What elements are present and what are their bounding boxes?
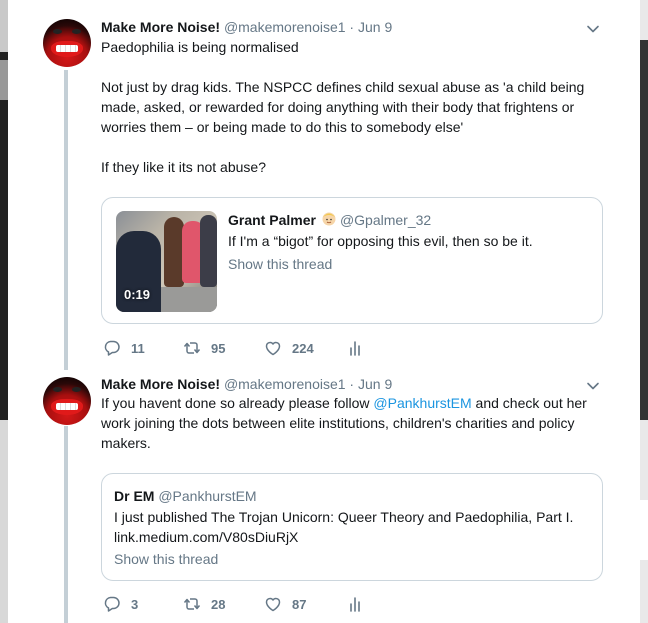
mention-link[interactable]: @PankhurstEM xyxy=(373,395,471,411)
reply-count: 3 xyxy=(131,596,139,612)
quoted-link-text[interactable]: link.medium.com/V80sDiuRjX xyxy=(114,527,298,547)
like-icon xyxy=(265,597,281,612)
reply-icon xyxy=(104,596,120,612)
handle[interactable]: @makemorenoise1 xyxy=(224,19,346,35)
tweet-header: Make More Noise! @makemorenoise1 · Jun 9 xyxy=(101,18,392,36)
background-right xyxy=(640,0,648,623)
thread-panel: Make More Noise! @makemorenoise1 · Jun 9… xyxy=(8,0,640,623)
analytics-icon xyxy=(350,597,360,612)
avatar[interactable] xyxy=(43,19,91,67)
separator: · xyxy=(345,19,358,35)
quoted-text: If I'm a “bigot” for opposing this evil,… xyxy=(228,233,533,249)
tweet[interactable]: Make More Noise! @makemorenoise1 · Jun 9… xyxy=(8,0,640,370)
tweet-text: Paedophilia is being normalised Not just… xyxy=(101,37,601,177)
avatar[interactable] xyxy=(43,377,91,425)
like-button[interactable]: 87 xyxy=(264,594,306,614)
separator: · xyxy=(345,376,358,392)
video-duration: 0:19 xyxy=(124,287,151,302)
like-count: 224 xyxy=(292,340,314,356)
quoted-header: Grant Palmer @Gpalmer_32 xyxy=(228,211,431,229)
timestamp[interactable]: Jun 9 xyxy=(358,376,392,392)
analytics-button[interactable] xyxy=(346,338,364,358)
quoted-handle[interactable]: @PankhurstEM xyxy=(158,488,256,504)
tweet-text-line: Paedophilia is being normalised xyxy=(101,39,299,55)
analytics-button[interactable] xyxy=(346,594,364,614)
tweet-text-line: Not just by drag kids. The NSPCC defines… xyxy=(101,79,585,95)
retweet-count: 95 xyxy=(211,340,226,356)
retweet-button[interactable]: 95 xyxy=(183,338,225,358)
reply-button[interactable]: 3 xyxy=(103,594,138,614)
tweet[interactable]: Make More Noise! @makemorenoise1 · Jun 9… xyxy=(8,370,640,623)
quoted-tweet[interactable]: 0:19 Grant Palmer @Gpalmer_32 If I'm a “b… xyxy=(101,197,603,324)
background-left xyxy=(0,0,8,623)
timestamp[interactable]: Jun 9 xyxy=(358,19,392,35)
tweet-text-line: made, asked, or rewarded for doing anyth… xyxy=(101,99,575,115)
retweet-icon xyxy=(183,342,201,354)
tweet-header: Make More Noise! @makemorenoise1 · Jun 9 xyxy=(101,375,392,393)
tweet-text-line: work joining the dots between elite inst… xyxy=(101,415,575,431)
quoted-text: I just published The Trojan Unicorn: Que… xyxy=(114,509,574,525)
face-emoji-icon xyxy=(322,212,336,226)
tweet-text: If you havent done so already please fol… xyxy=(101,393,601,453)
like-button[interactable]: 224 xyxy=(264,338,314,358)
quoted-display-name[interactable]: Grant Palmer xyxy=(228,212,316,228)
quoted-tweet[interactable]: Dr EM @PankhurstEM I just published The … xyxy=(101,473,603,581)
handle[interactable]: @makemorenoise1 xyxy=(224,376,346,392)
tweet-text-line: makers. xyxy=(101,435,151,451)
tweet-text-segment: and check out her xyxy=(471,395,587,411)
analytics-icon xyxy=(350,341,360,356)
like-icon xyxy=(265,341,281,356)
show-thread-link[interactable]: Show this thread xyxy=(228,254,332,274)
quoted-handle[interactable]: @Gpalmer_32 xyxy=(340,212,431,228)
reply-icon xyxy=(104,340,120,356)
reply-button[interactable]: 11 xyxy=(103,338,145,358)
chevron-down-icon[interactable] xyxy=(586,22,600,36)
retweet-count: 28 xyxy=(211,596,226,612)
tweet-text-line: worries them – or being made to do this … xyxy=(101,119,464,135)
tweet-text-segment: If you havent done so already please fol… xyxy=(101,395,374,411)
retweet-button[interactable]: 28 xyxy=(183,594,225,614)
like-count: 87 xyxy=(292,596,307,612)
quoted-header: Dr EM @PankhurstEM xyxy=(114,487,257,505)
display-name[interactable]: Make More Noise! xyxy=(101,376,220,392)
reply-count: 11 xyxy=(131,340,145,356)
show-thread-link[interactable]: Show this thread xyxy=(114,549,218,569)
quoted-display-name[interactable]: Dr EM xyxy=(114,488,154,504)
video-thumbnail[interactable]: 0:19 xyxy=(116,211,217,312)
tweet-text-line: If they like it its not abuse? xyxy=(101,159,266,175)
display-name[interactable]: Make More Noise! xyxy=(101,19,220,35)
chevron-down-icon[interactable] xyxy=(586,379,600,393)
retweet-icon xyxy=(183,598,201,610)
